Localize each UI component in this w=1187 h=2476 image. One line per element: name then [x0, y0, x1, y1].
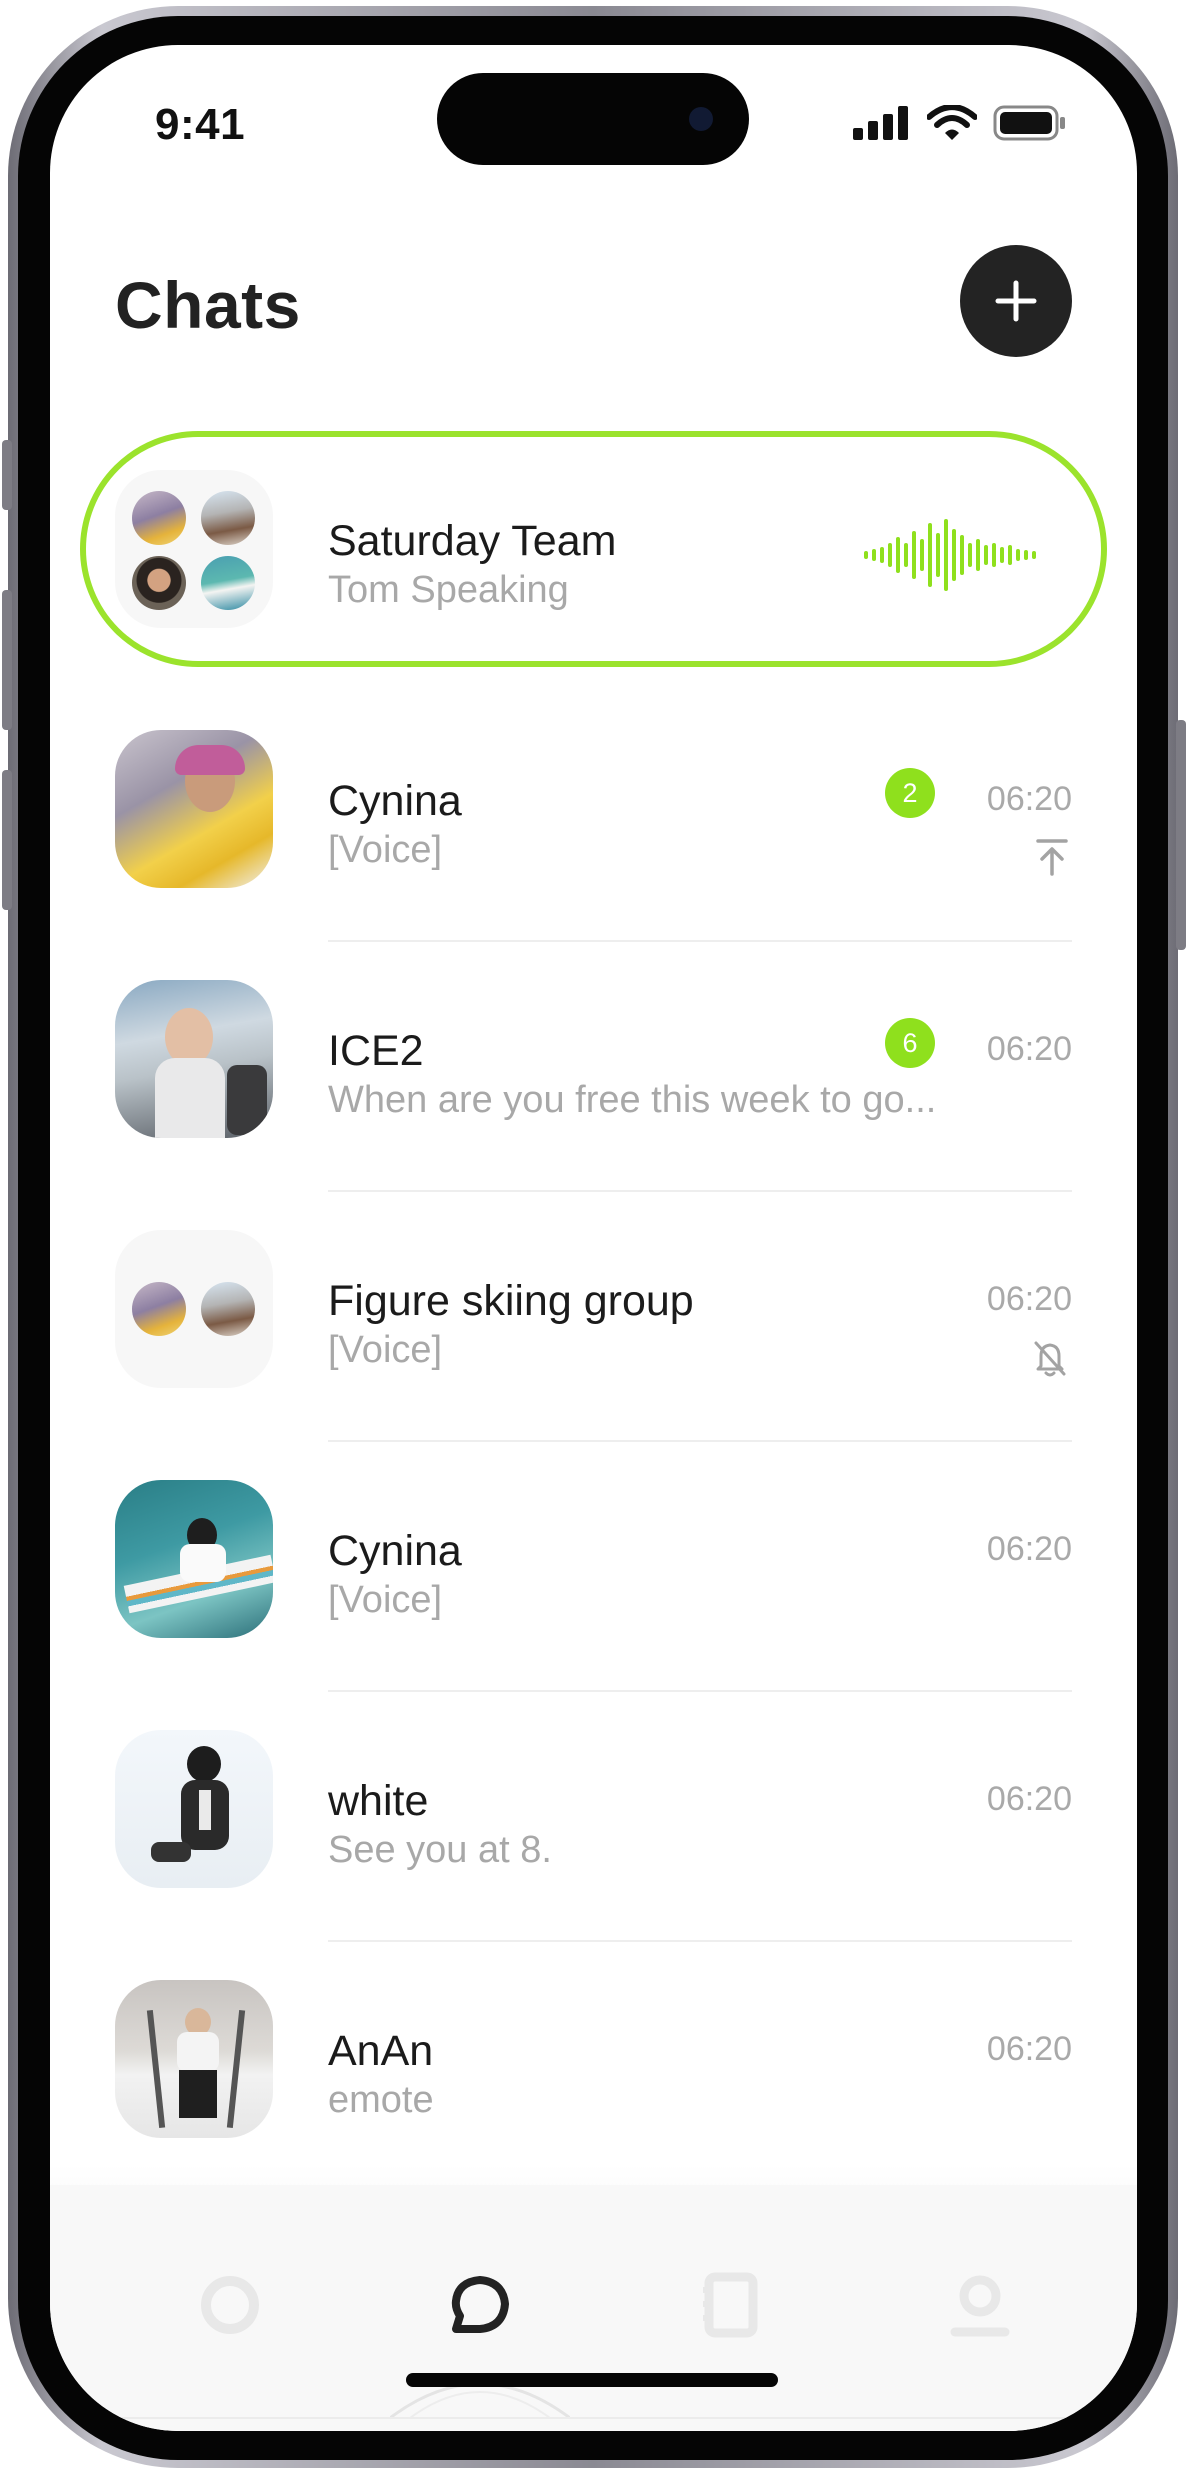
chat-row[interactable]: Figure skiing group [Voice] 06:20 [50, 1230, 1137, 1480]
chat-name: Figure skiing group [328, 1277, 694, 1325]
avatar [115, 980, 273, 1138]
avatar [115, 1480, 273, 1638]
wifi-icon [927, 105, 977, 140]
pin-top-icon [1036, 839, 1068, 876]
page-title: Chats [115, 268, 301, 342]
side-button [2, 590, 12, 730]
side-button [1176, 720, 1186, 950]
camera-icon [689, 107, 713, 131]
chat-name: ICE2 [328, 1027, 424, 1075]
chat-name: Cynina [328, 777, 462, 825]
bottom-nav [50, 2185, 1137, 2431]
chat-name: white [328, 1777, 429, 1825]
divider [328, 1440, 1072, 1442]
divider [328, 1940, 1072, 1942]
chat-name: Saturday Team [328, 517, 617, 565]
chat-time: 06:20 [986, 1030, 1072, 1068]
divider [328, 1190, 1072, 1192]
chat-preview: See you at 8. [328, 1829, 552, 1871]
add-chat-button[interactable] [960, 245, 1072, 357]
chat-name: Cynina [328, 1527, 462, 1575]
chat-time: 06:20 [986, 780, 1072, 818]
chat-preview: [Voice] [328, 829, 443, 871]
nav-notebook[interactable] [695, 2270, 765, 2340]
chat-row[interactable]: Cynina [Voice] 2 06:20 [50, 730, 1137, 980]
avatar [115, 730, 273, 888]
nav-profile[interactable] [945, 2270, 1015, 2340]
group-avatar[interactable] [115, 470, 273, 628]
member-avatar [201, 556, 255, 610]
member-avatar [201, 1282, 255, 1336]
plus-icon [995, 280, 1037, 322]
bell-muted-icon [1034, 1341, 1066, 1377]
member-avatar [132, 491, 186, 545]
nav-indicator-arc [390, 2382, 570, 2420]
side-button [2, 770, 12, 910]
divider [328, 940, 1072, 942]
nav-bottom-line [50, 2417, 1137, 2419]
unread-badge: 2 [885, 768, 935, 818]
screen: 9:41 Chats Saturday Team Tom Speaking Cy… [50, 45, 1137, 2431]
chat-time: 06:20 [986, 1530, 1072, 1568]
circle-icon [201, 2276, 259, 2334]
profile-icon [950, 2275, 1010, 2337]
call-status: Tom Speaking [328, 569, 569, 611]
nav-chats[interactable] [445, 2270, 515, 2340]
chat-name: AnAn [328, 2027, 434, 2075]
status-icons [853, 105, 1067, 141]
member-avatar [201, 491, 255, 545]
avatar [115, 1730, 273, 1888]
battery-icon [993, 105, 1065, 141]
home-indicator[interactable] [406, 2373, 778, 2387]
member-avatar [132, 1282, 186, 1336]
chat-time: 06:20 [986, 2030, 1072, 2068]
chat-row[interactable]: white See you at 8. 06:20 [50, 1730, 1137, 1980]
group-avatar [115, 1230, 273, 1388]
notebook-icon [703, 2272, 758, 2338]
voice-waveform-icon [864, 519, 1036, 591]
chat-row[interactable]: Cynina [Voice] 06:20 [50, 1480, 1137, 1730]
signal-icon [853, 106, 908, 140]
chat-row[interactable]: ICE2 When are you free this week to go..… [50, 980, 1137, 1230]
status-time: 9:41 [155, 100, 246, 149]
side-button [2, 440, 12, 510]
chat-time: 06:20 [986, 1280, 1072, 1318]
chat-preview: [Voice] [328, 1579, 443, 1621]
chat-preview: emote [328, 2079, 434, 2121]
avatar [115, 1980, 273, 2138]
unread-badge: 6 [885, 1018, 935, 1068]
nav-home[interactable] [195, 2270, 265, 2340]
chat-preview: [Voice] [328, 1329, 443, 1371]
chat-bubble-icon [451, 2276, 509, 2333]
member-avatar [132, 556, 186, 610]
chat-preview: When are you free this week to go... [328, 1079, 937, 1121]
divider [328, 1690, 1072, 1692]
dynamic-island [437, 73, 749, 165]
chat-time: 06:20 [986, 1780, 1072, 1818]
